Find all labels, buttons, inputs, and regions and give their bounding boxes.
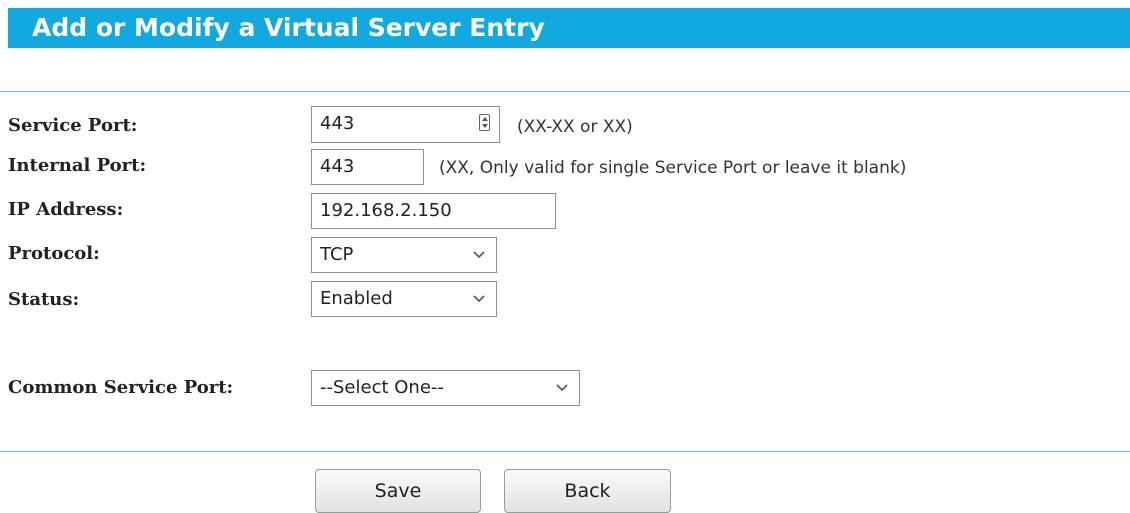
- protocol-label: Protocol:: [8, 243, 100, 264]
- chevron-down-icon: [556, 384, 568, 392]
- internal-port-value: 443: [320, 156, 355, 177]
- service-port-hint: (XX-XX or XX): [517, 117, 633, 137]
- service-port-label: Service Port:: [8, 115, 138, 136]
- internal-port-input[interactable]: 443: [311, 149, 424, 185]
- service-port-input[interactable]: 443: [311, 106, 500, 143]
- ip-address-label: IP Address:: [8, 199, 124, 220]
- ip-address-value: 192.168.2.150: [320, 200, 452, 221]
- internal-port-label: Internal Port:: [8, 155, 147, 176]
- status-label: Status:: [8, 289, 80, 310]
- chevron-down-icon: [473, 295, 485, 303]
- status-selected-value: Enabled: [320, 288, 393, 309]
- internal-port-hint: (XX, Only valid for single Service Port …: [439, 158, 907, 178]
- port-spinner-icon[interactable]: [479, 114, 490, 131]
- status-select[interactable]: Enabled: [311, 281, 497, 317]
- chevron-down-icon: [473, 251, 485, 259]
- page-title: Add or Modify a Virtual Server Entry: [32, 13, 545, 42]
- back-button[interactable]: Back: [504, 469, 671, 513]
- common-service-port-select[interactable]: --Select One--: [311, 370, 580, 406]
- bottom-divider: [0, 451, 1130, 452]
- service-port-value: 443: [320, 113, 355, 134]
- common-service-port-label: Common Service Port:: [8, 377, 234, 398]
- protocol-select[interactable]: TCP: [311, 237, 497, 273]
- top-divider: [0, 91, 1130, 92]
- common-service-port-selected-value: --Select One--: [320, 377, 444, 398]
- page-header: Add or Modify a Virtual Server Entry: [8, 8, 1130, 48]
- protocol-selected-value: TCP: [320, 244, 354, 265]
- ip-address-input[interactable]: 192.168.2.150: [311, 193, 556, 229]
- save-button[interactable]: Save: [315, 469, 481, 513]
